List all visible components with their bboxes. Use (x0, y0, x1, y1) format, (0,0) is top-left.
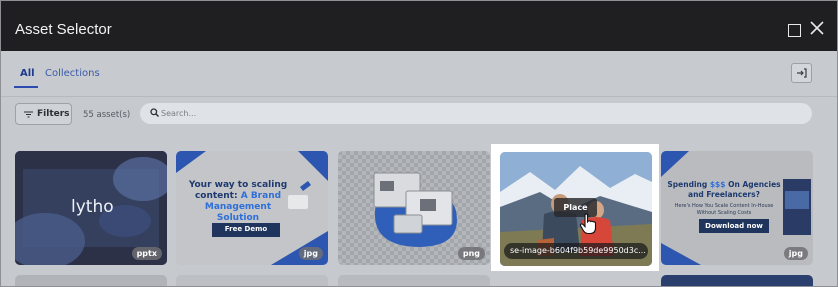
sign-in-icon (797, 68, 807, 78)
filters-button[interactable]: Filters (15, 103, 72, 125)
asset-card-banner[interactable]: Your way to scaling content: A Brand Man… (176, 151, 328, 265)
asset-card-row2-3[interactable] (338, 275, 490, 286)
close-icon[interactable] (810, 21, 826, 37)
search-placeholder: Search... (161, 109, 197, 118)
banner-2-sub-line-2: Without Scaling Costs (696, 210, 752, 216)
banner-headline-line-3: Management Solution (204, 202, 272, 223)
banner-2-headline-accent: $$$ (709, 180, 726, 189)
banner-cta: Free Demo (224, 225, 268, 233)
search-icon (150, 108, 159, 117)
asset-filename: se-image-b604f9b59de9950d3c... (504, 243, 648, 259)
banner-headline-accent: A Brand (240, 191, 282, 201)
asset-card-banner-2[interactable]: Spending $$$ On Agencies and Freelancers… (661, 151, 813, 265)
asset-grid: lytho pptx Your way to scaling content: … (1, 137, 837, 286)
banner-2-headline-line-2: On Agencies (728, 180, 781, 189)
file-type-badge: pptx (131, 247, 162, 260)
filter-bar: Filters 55 asset(s) Search... (1, 97, 837, 137)
file-type-badge: jpg (298, 247, 323, 260)
banner-headline: Your way to scaling content: A Brand Man… (184, 180, 292, 224)
window-title: Asset Selector (15, 21, 112, 38)
title-bar: Asset Selector (1, 1, 837, 51)
sign-in-button[interactable] (791, 63, 812, 83)
banner-2-sub-line-1: Here's How You Scale Content In-House (674, 203, 774, 209)
banner-2-headline: Spending $$$ On Agencies and Freelancers… (667, 180, 781, 200)
filter-lines-icon (24, 111, 33, 118)
active-tab-indicator (14, 86, 38, 88)
asset-count: 55 asset(s) (83, 110, 131, 120)
banner-2-cta: Download now (705, 222, 763, 230)
banner-2-headline-line-1: Spending (667, 180, 708, 189)
banner-2-subtext: Here's How You Scale Content In-House Wi… (667, 203, 781, 217)
banner-2-headline-line-3: and Freelancers? (688, 190, 760, 199)
banner-headline-line-2: content: (194, 191, 238, 201)
file-type-badge: png (457, 247, 485, 260)
asset-selector-window: Asset Selector All Collections Filters 5… (0, 0, 838, 287)
hand-pointer-icon (579, 213, 597, 235)
file-type-badge: jpg (783, 247, 808, 260)
banner-headline-line-1: Your way to scaling (188, 180, 288, 190)
tab-collections[interactable]: Collections (45, 68, 100, 79)
asset-card-row2-5[interactable] (661, 275, 813, 286)
search-input[interactable]: Search... (140, 103, 812, 124)
asset-card-illustration[interactable]: png (338, 151, 490, 265)
filters-label: Filters (37, 109, 70, 119)
asset-card-pptx[interactable]: lytho pptx (15, 151, 167, 265)
asset-card-row2-1[interactable] (15, 275, 167, 286)
presentation-logo-text: lytho (71, 197, 114, 217)
maximize-icon[interactable] (788, 24, 801, 37)
asset-card-row2-2[interactable] (176, 275, 328, 286)
tab-all[interactable]: All (20, 68, 35, 79)
tab-bar: All Collections (1, 51, 837, 97)
